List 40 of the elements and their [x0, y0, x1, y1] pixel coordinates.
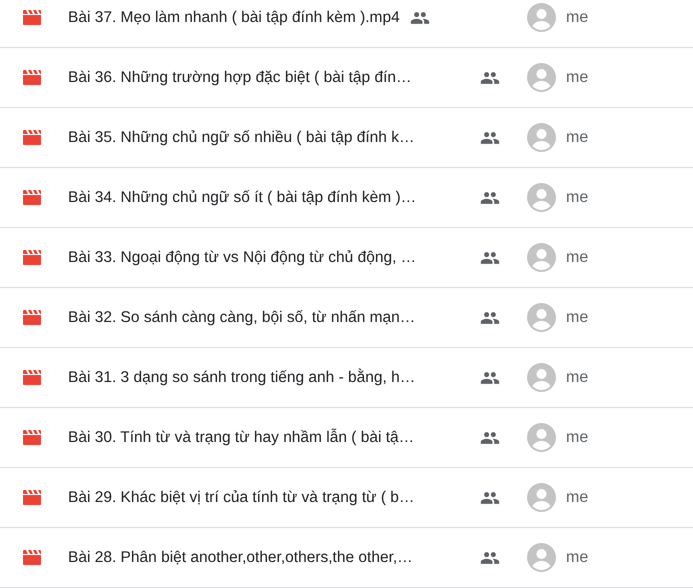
file-name[interactable]: Bài 31. 3 dạng so sánh trong tiếng anh - bằng, h… — [68, 368, 416, 386]
file-name[interactable]: Bài 37. Mẹo làm nhanh ( bài tập đính kèm ).mp4 — [68, 8, 400, 26]
avatar-icon — [527, 63, 556, 92]
file-name[interactable]: Bài 33. Ngoại động từ vs Nội động từ chủ động, … — [68, 248, 416, 266]
avatar-icon — [527, 3, 556, 32]
video-file-icon — [23, 490, 41, 505]
avatar-icon — [527, 543, 556, 572]
video-file-icon — [23, 10, 41, 25]
owner-name: me — [566, 68, 588, 86]
file-name[interactable]: Bài 32. So sánh càng càng, bội số, từ nhấn mạn… — [68, 308, 416, 326]
owner-name: me — [566, 428, 588, 446]
owner-name: me — [566, 248, 588, 266]
avatar-icon — [527, 303, 556, 332]
avatar-icon — [527, 243, 556, 272]
avatar-icon — [527, 423, 556, 452]
video-file-icon — [23, 430, 41, 445]
file-name[interactable]: Bài 36. Những trường hợp đặc biệt ( bài tập đín… — [68, 68, 412, 86]
owner-name: me — [566, 308, 588, 326]
owner-name: me — [566, 548, 588, 566]
video-file-icon — [23, 190, 41, 205]
file-name[interactable]: Bài 29. Khác biệt vị trí của tính từ và trạng từ ( b… — [68, 488, 414, 506]
avatar-icon — [527, 123, 556, 152]
owner-name: me — [566, 188, 588, 206]
avatar-icon — [527, 183, 556, 212]
avatar-icon — [527, 483, 556, 512]
video-file-icon — [23, 310, 41, 325]
avatar-icon — [527, 363, 556, 392]
video-file-icon — [23, 250, 41, 265]
file-name[interactable]: Bài 35. Những chủ ngữ số nhiều ( bài tập đính k… — [68, 128, 414, 146]
video-file-icon — [23, 550, 41, 565]
video-file-icon — [23, 70, 41, 85]
owner-name: me — [566, 128, 588, 146]
video-file-icon — [23, 130, 41, 145]
file-name[interactable]: Bài 34. Những chủ ngữ số ít ( bài tập đính kèm )… — [68, 188, 416, 206]
owner-name: me — [566, 8, 588, 26]
video-file-icon — [23, 370, 41, 385]
owner-name: me — [566, 488, 588, 506]
file-name[interactable]: Bài 30. Tính từ và trạng từ hay nhầm lẫn ( bài tậ… — [68, 428, 414, 446]
file-name[interactable]: Bài 28. Phân biệt another,other,others,the other,… — [68, 548, 413, 566]
owner-name: me — [566, 368, 588, 386]
